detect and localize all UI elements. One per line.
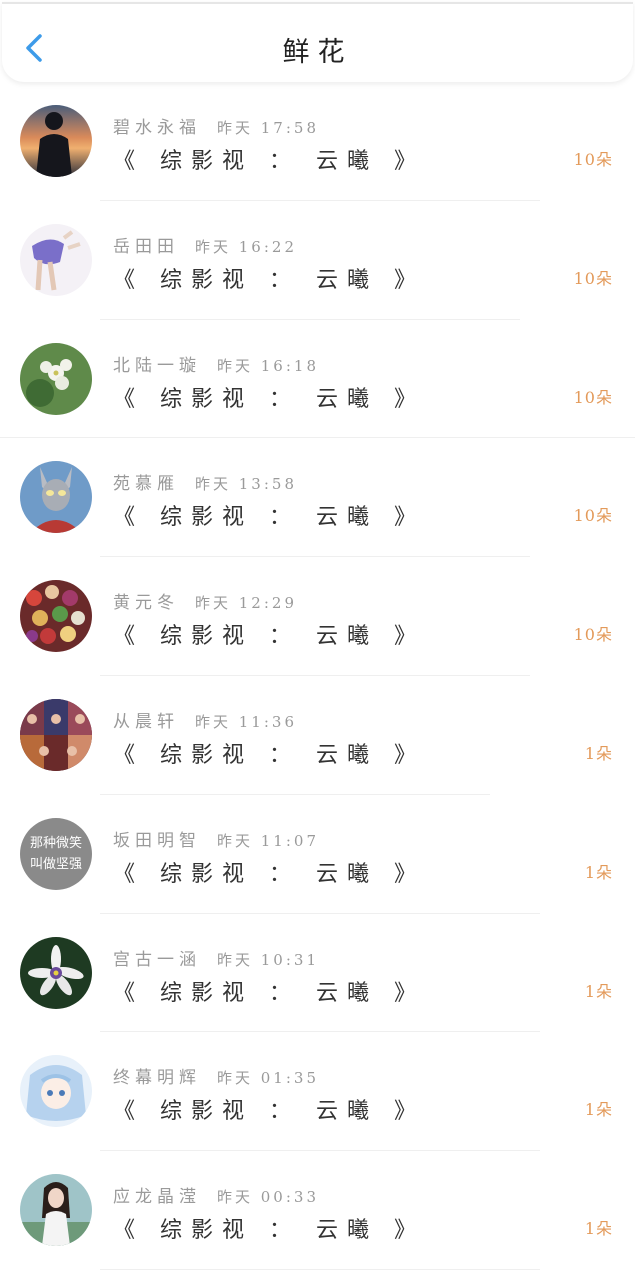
list-item[interactable]: 北陆一璇 昨天 16:18 《 综影视 ： 云曦 》 10朵: [0, 320, 635, 439]
avatar[interactable]: [20, 1174, 92, 1247]
book-title: 《 综影视 ： 云曦 》: [113, 1099, 425, 1125]
sender-line: 宫古一涵 昨天 10:31: [113, 945, 319, 970]
list-item[interactable]: 应龙晶滢 昨天 00:33 《 综影视 ： 云曦 》 1朵: [0, 1151, 635, 1270]
sent-time: 昨天 16:18: [217, 356, 319, 375]
sender-name: 应龙晶滢: [113, 1187, 201, 1208]
sender-name: 从晨轩: [113, 711, 179, 732]
flower-count: 10朵: [573, 625, 613, 645]
list-item[interactable]: 宫古一涵 昨天 10:31 《 综影视 ： 云曦 》 1朵: [0, 914, 635, 1033]
page-title: 鲜花: [282, 37, 353, 68]
sender-name: 宫古一涵: [113, 949, 201, 970]
avatar[interactable]: [20, 105, 92, 177]
book-title: 《 综影视 ： 云曦 》: [113, 742, 425, 768]
avatar[interactable]: [20, 580, 92, 653]
flower-count: 10朵: [573, 387, 613, 407]
sender-name: 终幕明辉: [113, 1068, 201, 1089]
sender-name: 黄元冬: [113, 593, 179, 614]
avatar[interactable]: [20, 223, 92, 296]
sender-line: 黄元冬 昨天 12:29: [113, 588, 297, 613]
flower-count: 1朵: [584, 1100, 613, 1120]
flower-count: 1朵: [584, 1219, 613, 1239]
avatar[interactable]: 那种微笑 叫做坚强: [20, 817, 92, 890]
sender-line: 坂田明智 昨天 11:07: [113, 826, 319, 851]
sent-time: 昨天 11:07: [217, 831, 319, 850]
list-item[interactable]: 那种微笑 叫做坚强 坂田明智 昨天 11:07 《 综影视 ： 云曦 》 1朵: [0, 795, 635, 914]
sent-time: 昨天 13:58: [195, 475, 297, 494]
avatar-caption-line: 叫做坚强: [29, 856, 82, 872]
avatar[interactable]: [20, 461, 92, 534]
sent-time: 昨天 10:31: [217, 950, 319, 969]
avatar[interactable]: [20, 1055, 92, 1128]
sender-line: 终幕明辉 昨天 01:35: [113, 1063, 319, 1088]
sender-name: 苑慕雁: [113, 474, 179, 495]
list-item[interactable]: 岳田田 昨天 16:22 《 综影视 ： 云曦 》 10朵: [0, 201, 635, 320]
sender-line: 岳田田 昨天 16:22: [113, 232, 297, 257]
flower-list: 碧水永福 昨天 17:58 《 综影视 ： 云曦 》 10朵 岳田田 昨天 16:2…: [0, 82, 635, 1270]
sent-time: 昨天 01:35: [217, 1069, 319, 1088]
avatar-caption-line: 那种微笑: [29, 835, 82, 851]
avatar[interactable]: [20, 342, 92, 415]
flower-count: 10朵: [573, 506, 613, 526]
flower-count: 1朵: [584, 862, 613, 882]
book-title: 《 综影视 ： 云曦 》: [113, 980, 425, 1006]
list-item[interactable]: 终幕明辉 昨天 01:35 《 综影视 ： 云曦 》 1朵: [0, 1032, 635, 1152]
book-title: 《 综影视 ： 云曦 》: [113, 861, 425, 887]
sender-line: 应龙晶滢 昨天 00:33: [113, 1182, 319, 1207]
avatar[interactable]: [20, 936, 92, 1009]
flower-count: 1朵: [584, 981, 613, 1001]
book-title: 《 综影视 ： 云曦 》: [113, 267, 425, 293]
sent-time: 昨天 12:29: [195, 594, 297, 613]
list-item[interactable]: 从晨轩 昨天 11:36 《 综影视 ： 云曦 》 1朵: [0, 676, 635, 795]
sender-name: 北陆一璇: [113, 355, 201, 376]
book-title: 《 综影视 ： 云曦 》: [113, 149, 425, 174]
book-title: 《 综影视 ： 云曦 》: [113, 1218, 425, 1244]
avatar[interactable]: [20, 698, 92, 771]
header-bar: 鲜花: [2, 2, 633, 82]
sent-time: 昨天 11:36: [195, 712, 297, 731]
divider: [100, 1268, 540, 1270]
book-title: 《 综影视 ： 云曦 》: [113, 386, 425, 412]
flower-count: 1朵: [584, 743, 613, 763]
sender-line: 北陆一璇 昨天 16:18: [113, 351, 319, 376]
sender-name: 岳田田: [113, 236, 179, 257]
sender-name: 坂田明智: [113, 830, 201, 851]
book-title: 《 综影视 ： 云曦 》: [113, 505, 425, 531]
sent-time: 昨天 16:22: [195, 237, 297, 256]
flower-count: 10朵: [573, 150, 613, 169]
sender-line: 苑慕雁 昨天 13:58: [113, 469, 297, 494]
sent-time: 昨天 00:33: [217, 1188, 319, 1207]
book-title: 《 综影视 ： 云曦 》: [113, 624, 425, 650]
list-item[interactable]: 苑慕雁 昨天 13:58 《 综影视 ： 云曦 》 10朵: [0, 438, 635, 558]
list-item[interactable]: 黄元冬 昨天 12:29 《 综影视 ： 云曦 》 10朵: [0, 557, 635, 676]
sent-time: 昨天 17:58: [217, 119, 319, 137]
flower-count: 10朵: [573, 268, 613, 288]
sender-line: 从晨轩 昨天 11:36: [113, 707, 297, 732]
sender-name: 碧水永福: [113, 118, 201, 138]
sender-line: 碧水永福 昨天 17:58: [113, 113, 319, 138]
avatar-caption: 那种微笑 叫做坚强: [20, 833, 92, 875]
list-item[interactable]: 碧水永福 昨天 17:58 《 综影视 ： 云曦 》 10朵: [0, 82, 635, 201]
